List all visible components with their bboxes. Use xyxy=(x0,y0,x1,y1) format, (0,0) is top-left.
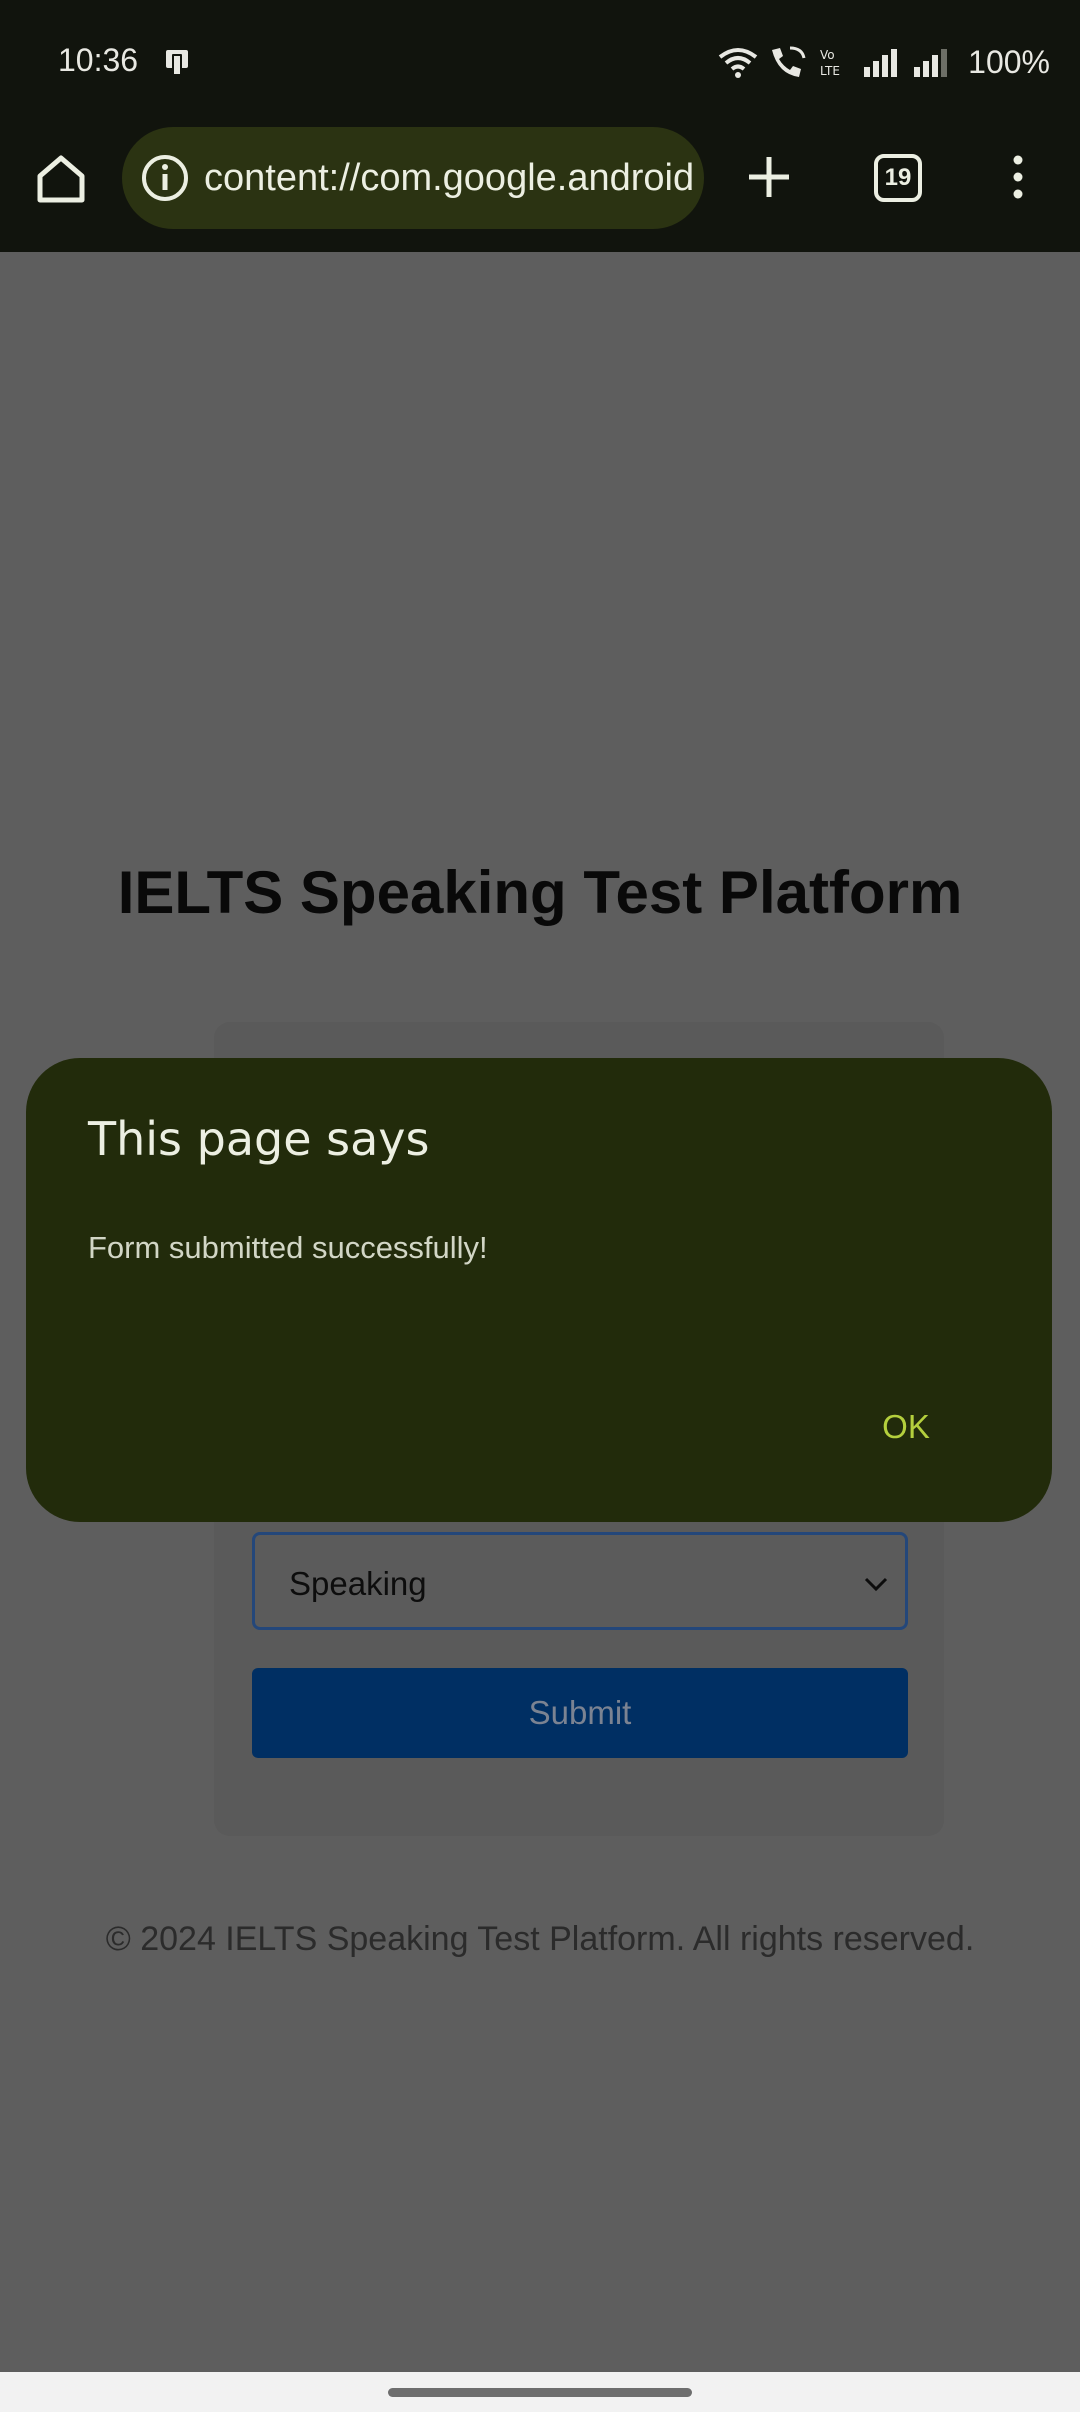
svg-text:LTE: LTE xyxy=(820,64,840,78)
wifi-calling-icon xyxy=(772,46,806,77)
submit-button[interactable]: Submit xyxy=(252,1668,908,1758)
page-title: IELTS Speaking Test Platform xyxy=(117,859,963,926)
section-select[interactable]: Speaking xyxy=(252,1532,908,1630)
alert-dialog: This page says Form submitted successful… xyxy=(26,1058,1052,1522)
signal-icon xyxy=(914,49,948,77)
volte-icon: Vo LTE xyxy=(820,48,840,78)
wifi-icon xyxy=(718,48,758,78)
battery-level: 100% xyxy=(968,43,1050,80)
home-icon[interactable] xyxy=(34,152,88,206)
footer-text: © 2024 IELTS Speaking Test Platform. All… xyxy=(105,1920,975,1958)
chevron-down-icon xyxy=(864,1577,888,1592)
ok-button[interactable]: OK xyxy=(846,1392,966,1462)
signal-icon xyxy=(864,49,898,77)
more-menu-icon[interactable] xyxy=(1006,152,1030,202)
new-tab-icon[interactable] xyxy=(744,152,794,202)
dialog-message: Form submitted successfully! xyxy=(88,1230,488,1265)
url-text[interactable]: content://com.google.android xyxy=(204,157,694,200)
status-time: 10:36 xyxy=(58,42,139,78)
address-bar[interactable]: content://com.google.android xyxy=(122,127,704,229)
browser-toolbar: content://com.google.android 19 xyxy=(0,124,1080,252)
svg-text:Vo: Vo xyxy=(820,48,835,62)
site-info-icon[interactable] xyxy=(140,153,190,203)
dialog-title: This page says xyxy=(88,1112,430,1166)
tab-switcher-button[interactable]: 19 xyxy=(874,154,922,202)
select-value: Speaking xyxy=(289,1565,427,1602)
tab-count: 19 xyxy=(884,164,912,191)
status-bar: 10:36 Vo LTE 100% xyxy=(0,0,1080,124)
sim-card-icon xyxy=(166,50,188,76)
navigation-bar xyxy=(0,2372,1080,2412)
gesture-handle[interactable] xyxy=(388,2388,692,2397)
